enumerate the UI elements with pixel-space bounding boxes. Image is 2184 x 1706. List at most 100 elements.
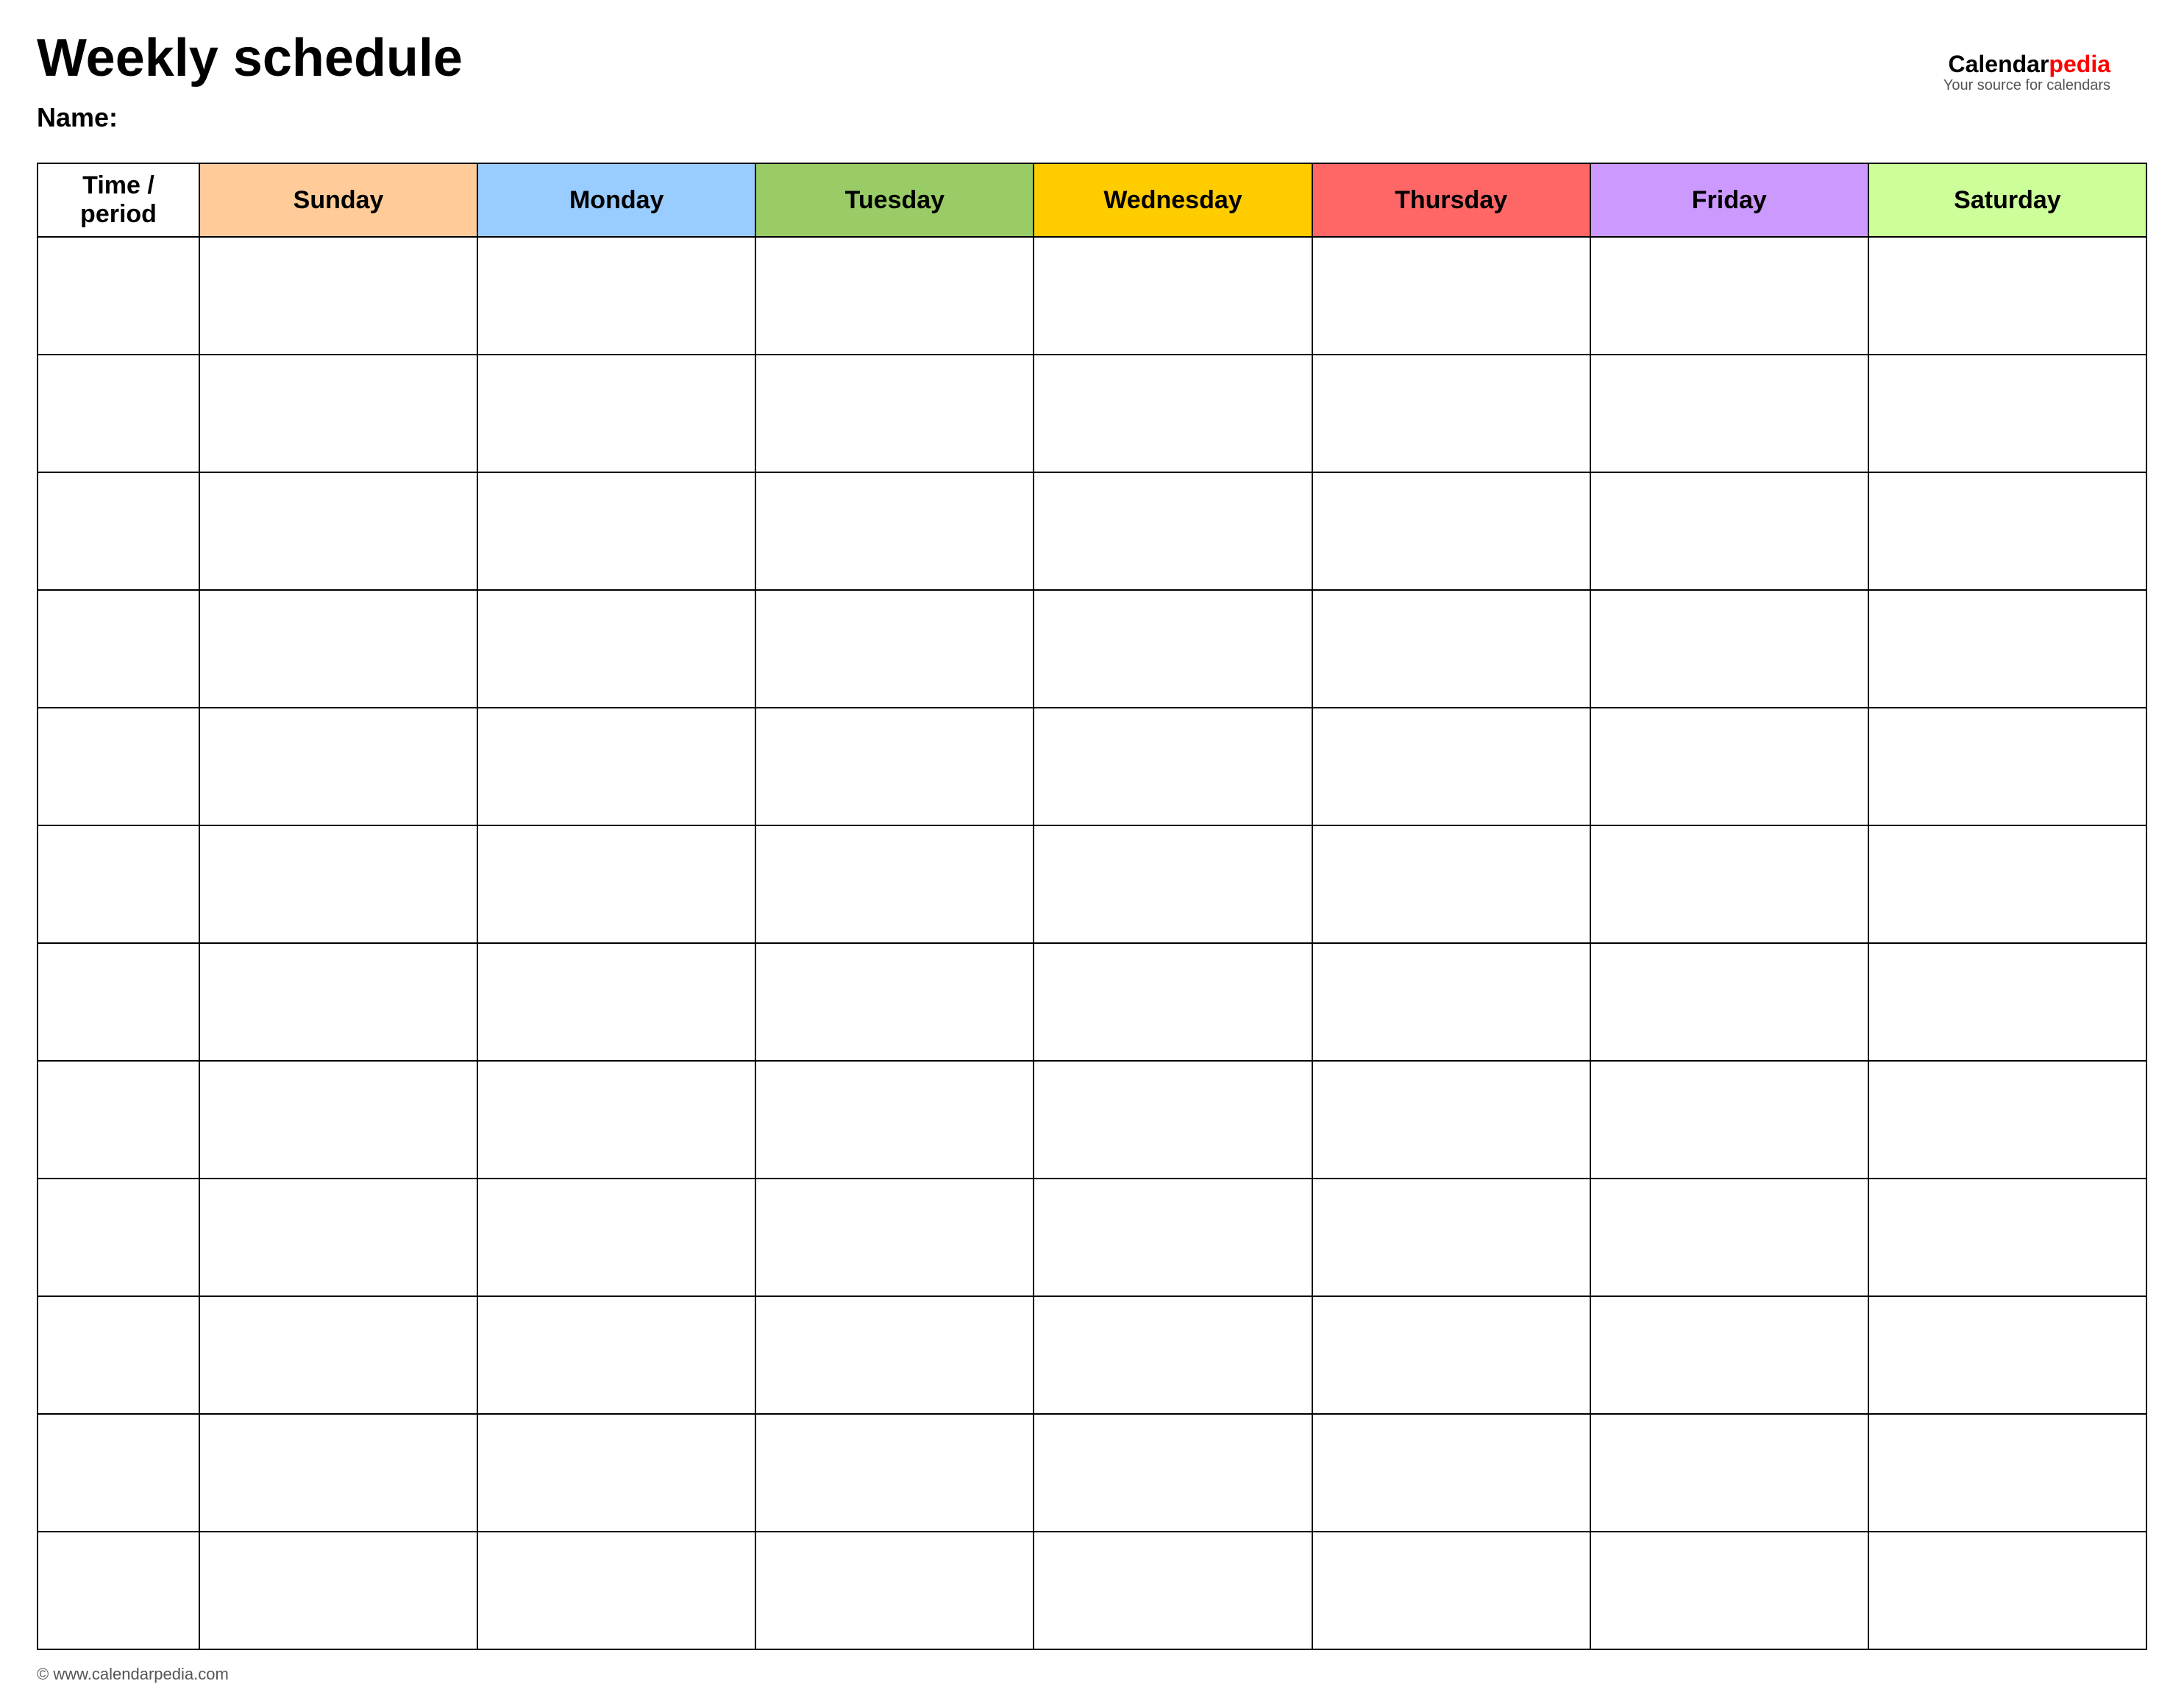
- day-cell[interactable]: [199, 1296, 477, 1414]
- day-cell[interactable]: [755, 590, 1034, 708]
- day-cell[interactable]: [1868, 590, 2146, 708]
- day-cell[interactable]: [477, 825, 755, 943]
- time-cell[interactable]: [38, 1061, 199, 1179]
- day-cell[interactable]: [1590, 1061, 1868, 1179]
- day-cell[interactable]: [1034, 1532, 1312, 1649]
- day-cell[interactable]: [1312, 355, 1590, 472]
- day-cell[interactable]: [1312, 708, 1590, 825]
- day-cell[interactable]: [199, 237, 477, 355]
- header-tuesday: Tuesday: [755, 163, 1034, 237]
- day-cell[interactable]: [1034, 708, 1312, 825]
- day-cell[interactable]: [199, 355, 477, 472]
- day-cell[interactable]: [199, 472, 477, 590]
- time-cell[interactable]: [38, 943, 199, 1061]
- day-cell[interactable]: [477, 355, 755, 472]
- day-cell[interactable]: [755, 1532, 1034, 1649]
- day-cell[interactable]: [1590, 1532, 1868, 1649]
- day-cell[interactable]: [1868, 825, 2146, 943]
- day-cell[interactable]: [199, 590, 477, 708]
- day-cell[interactable]: [199, 1179, 477, 1296]
- day-cell[interactable]: [199, 1061, 477, 1179]
- day-cell[interactable]: [1590, 590, 1868, 708]
- day-cell[interactable]: [1590, 237, 1868, 355]
- day-cell[interactable]: [1868, 472, 2146, 590]
- day-cell[interactable]: [1034, 1061, 1312, 1179]
- day-cell[interactable]: [755, 472, 1034, 590]
- day-cell[interactable]: [1590, 943, 1868, 1061]
- day-cell[interactable]: [477, 1179, 755, 1296]
- day-cell[interactable]: [1034, 355, 1312, 472]
- day-cell[interactable]: [1034, 1414, 1312, 1532]
- day-cell[interactable]: [477, 590, 755, 708]
- time-cell[interactable]: [38, 708, 199, 825]
- day-cell[interactable]: [755, 1061, 1034, 1179]
- day-cell[interactable]: [477, 237, 755, 355]
- day-cell[interactable]: [477, 1061, 755, 1179]
- time-cell[interactable]: [38, 825, 199, 943]
- day-cell[interactable]: [1590, 1414, 1868, 1532]
- day-cell[interactable]: [1868, 237, 2146, 355]
- day-cell[interactable]: [199, 1414, 477, 1532]
- day-cell[interactable]: [1034, 1179, 1312, 1296]
- day-cell[interactable]: [1590, 1179, 1868, 1296]
- day-cell[interactable]: [1868, 708, 2146, 825]
- day-cell[interactable]: [1312, 1414, 1590, 1532]
- day-cell[interactable]: [1868, 1179, 2146, 1296]
- day-cell[interactable]: [755, 1296, 1034, 1414]
- day-cell[interactable]: [755, 1179, 1034, 1296]
- day-cell[interactable]: [477, 1414, 755, 1532]
- day-cell[interactable]: [1590, 1296, 1868, 1414]
- day-cell[interactable]: [199, 825, 477, 943]
- day-cell[interactable]: [1868, 1061, 2146, 1179]
- day-cell[interactable]: [1312, 1179, 1590, 1296]
- day-cell[interactable]: [199, 708, 477, 825]
- day-cell[interactable]: [1868, 1296, 2146, 1414]
- day-cell[interactable]: [1034, 237, 1312, 355]
- day-cell[interactable]: [755, 355, 1034, 472]
- time-cell[interactable]: [38, 590, 199, 708]
- time-cell[interactable]: [38, 1296, 199, 1414]
- logo-tagline: Your source for calendars: [1943, 77, 2110, 94]
- day-cell[interactable]: [477, 943, 755, 1061]
- time-cell[interactable]: [38, 355, 199, 472]
- day-cell[interactable]: [1312, 1061, 1590, 1179]
- header-monday: Monday: [477, 163, 755, 237]
- day-cell[interactable]: [1868, 1532, 2146, 1649]
- day-cell[interactable]: [755, 825, 1034, 943]
- day-cell[interactable]: [1590, 355, 1868, 472]
- day-cell[interactable]: [1312, 825, 1590, 943]
- time-cell[interactable]: [38, 472, 199, 590]
- day-cell[interactable]: [1034, 825, 1312, 943]
- day-cell[interactable]: [477, 708, 755, 825]
- day-cell[interactable]: [1312, 237, 1590, 355]
- day-cell[interactable]: [755, 1414, 1034, 1532]
- day-cell[interactable]: [1590, 472, 1868, 590]
- table-row: [38, 1179, 2146, 1296]
- day-cell[interactable]: [1590, 825, 1868, 943]
- day-cell[interactable]: [477, 1532, 755, 1649]
- day-cell[interactable]: [1034, 472, 1312, 590]
- day-cell[interactable]: [1312, 590, 1590, 708]
- day-cell[interactable]: [1868, 355, 2146, 472]
- day-cell[interactable]: [477, 1296, 755, 1414]
- day-cell[interactable]: [1312, 1296, 1590, 1414]
- day-cell[interactable]: [755, 943, 1034, 1061]
- day-cell[interactable]: [755, 237, 1034, 355]
- time-cell[interactable]: [38, 1179, 199, 1296]
- day-cell[interactable]: [755, 708, 1034, 825]
- time-cell[interactable]: [38, 237, 199, 355]
- day-cell[interactable]: [1312, 1532, 1590, 1649]
- time-cell[interactable]: [38, 1414, 199, 1532]
- day-cell[interactable]: [1590, 708, 1868, 825]
- day-cell[interactable]: [199, 1532, 477, 1649]
- day-cell[interactable]: [477, 472, 755, 590]
- day-cell[interactable]: [1312, 472, 1590, 590]
- day-cell[interactable]: [1868, 1414, 2146, 1532]
- day-cell[interactable]: [1034, 1296, 1312, 1414]
- day-cell[interactable]: [1312, 943, 1590, 1061]
- day-cell[interactable]: [1034, 943, 1312, 1061]
- time-cell[interactable]: [38, 1532, 199, 1649]
- day-cell[interactable]: [1868, 943, 2146, 1061]
- day-cell[interactable]: [199, 943, 477, 1061]
- day-cell[interactable]: [1034, 590, 1312, 708]
